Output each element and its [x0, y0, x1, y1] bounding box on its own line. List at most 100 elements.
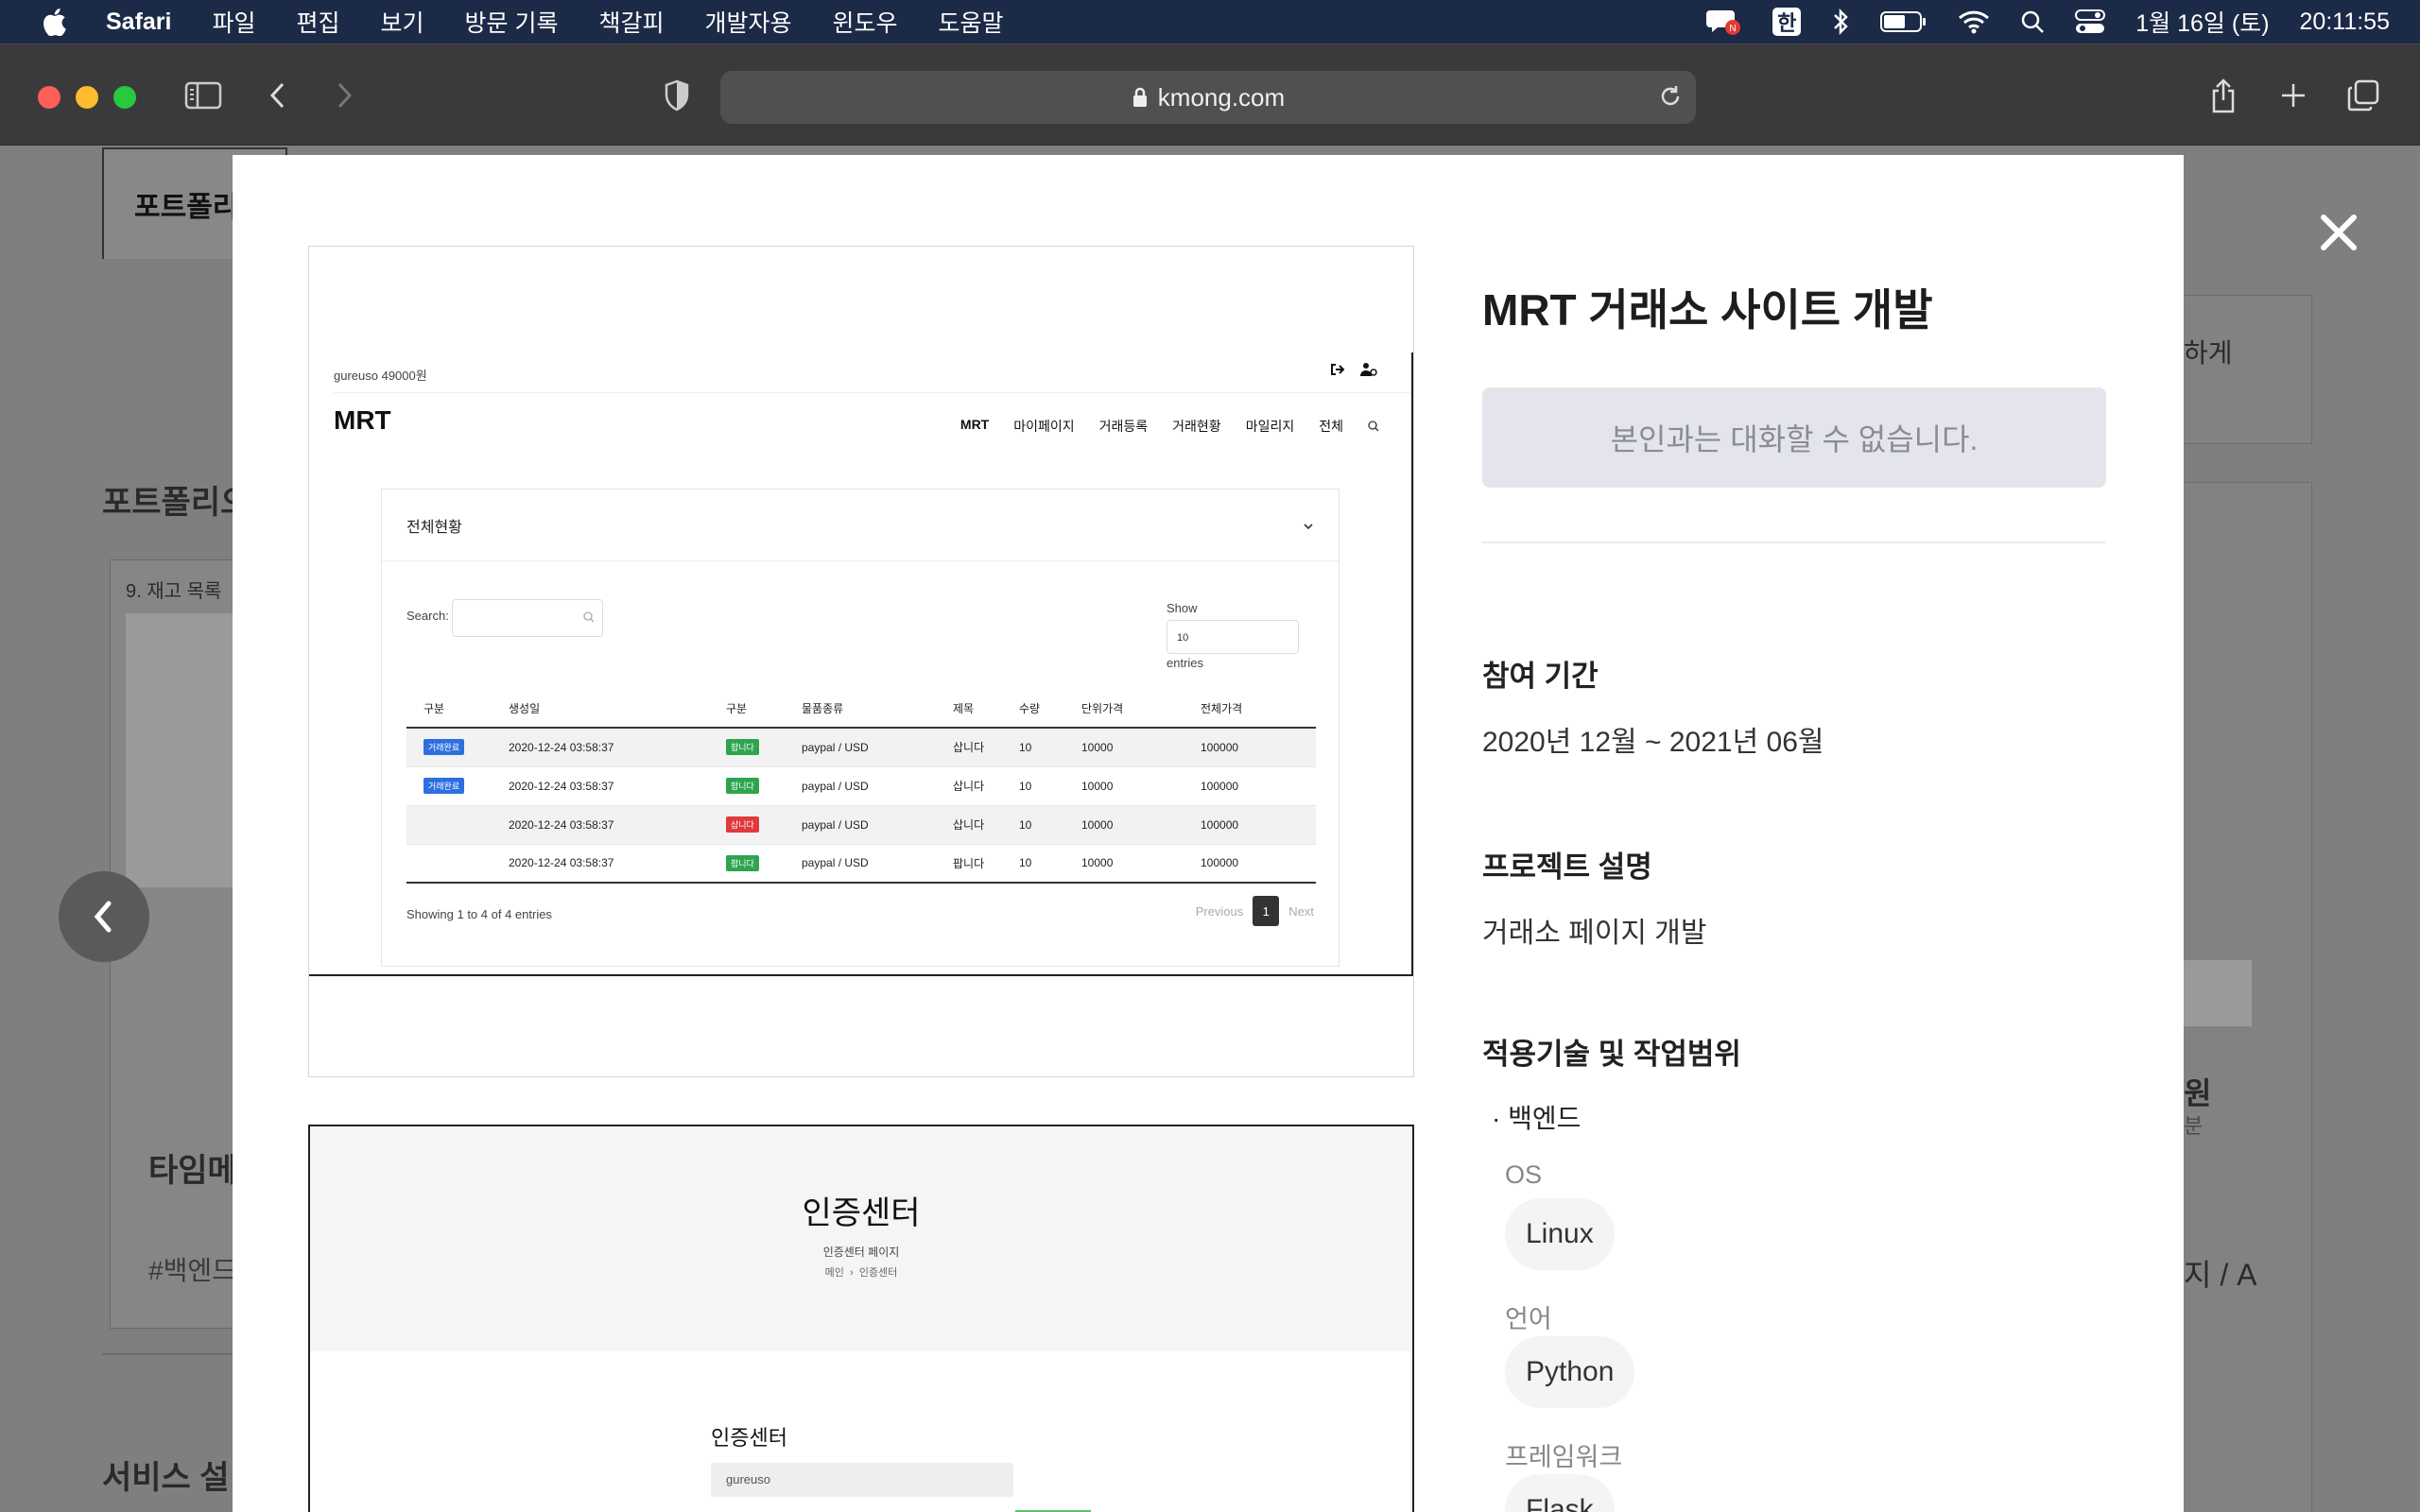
portfolio-info: MRT 거래소 사이트 개발 본인과는 대화할 수 없습니다. 참여 기간 20…: [1482, 155, 2108, 1512]
cell-total-price: 100000: [1184, 805, 1316, 845]
cell-title: 삽니다: [936, 766, 1002, 806]
menu-file[interactable]: 파일: [212, 5, 255, 39]
col-header: 생성일: [492, 690, 709, 729]
user-settings-icon: [1360, 362, 1377, 382]
macos-menubar: Safari 파일 편집 보기 방문 기록 책갈피 개발자용 윈도우 도움말 N…: [0, 0, 2420, 43]
mini-nav-item: 마일리지: [1245, 419, 1295, 434]
mini-nav-item: 마이페이지: [1013, 419, 1075, 434]
status-badge: 거래완료: [424, 778, 465, 794]
cell-qty: 10: [1002, 805, 1064, 845]
menu-develop[interactable]: 개발자용: [705, 5, 792, 39]
mini-nav-item: 거래현황: [1172, 419, 1221, 434]
previous-item-button[interactable]: [59, 871, 149, 962]
portfolio-image-2: 인증센터 인증센터 페이지 메인 › 인증센터 인증센터 gureuso: [308, 1125, 1414, 1512]
cell-total-price: 100000: [1184, 728, 1316, 767]
bg-bottom-title: 서비스 설: [102, 1460, 230, 1496]
apple-menu-icon[interactable]: [40, 8, 68, 36]
bg-card-caption: 9. 재고 목록: [126, 581, 222, 602]
chevron-left-icon: [90, 898, 118, 936]
type-badge: 삽니다: [726, 816, 759, 833]
mini-pagination: Previous 1 Next: [1196, 896, 1314, 926]
breadcrumb-home: 메인: [824, 1267, 844, 1279]
menu-window[interactable]: 윈도우: [833, 5, 898, 39]
portfolio-image-1: gureuso 49000원 MRT MRT 마이페이지 거래등록 거래현황 마…: [308, 246, 1414, 1077]
cell-item: paypal / USD: [785, 728, 936, 767]
tech-group-label: 프레임워크: [1505, 1443, 1623, 1471]
breadcrumb-separator-icon: ›: [846, 1267, 856, 1279]
tech-heading: 적용기술 및 작업범위: [1482, 1038, 1741, 1071]
auth-breadcrumb: 메인 › 인증센터: [310, 1264, 1412, 1280]
mini-table-header: 구분 생성일 구분 물품종류 제목 수량 단위가격 전체가격: [406, 690, 1316, 729]
cell-date: 2020-12-24 03:58:37: [492, 805, 709, 845]
spotlight-search-icon[interactable]: [2020, 0, 2045, 43]
menu-bookmarks[interactable]: 책갈피: [598, 5, 664, 39]
mini-nav-item: MRT: [959, 417, 990, 432]
portfolio-modal: gureuso 49000원 MRT MRT 마이페이지 거래등록 거래현황 마…: [233, 155, 2184, 1512]
bg-section-title: 포트폴리오: [102, 485, 251, 521]
type-badge: 팝니다: [726, 739, 759, 756]
sidebar-toggle-icon[interactable]: [183, 80, 223, 111]
bg-right-button: [2174, 960, 2252, 1026]
menu-help[interactable]: 도움말: [939, 5, 1004, 39]
mini-status-panel: 전체현황 Search: Show 10 entries 구분 생성일 구분 물…: [381, 489, 1340, 967]
close-icon: [2318, 212, 2360, 253]
window-zoom-button[interactable]: [113, 86, 136, 109]
mini-search-icon: [1368, 417, 1379, 436]
mini-panel-title: 전체현황: [406, 519, 462, 536]
cell-date: 2020-12-24 03:58:37: [492, 766, 709, 806]
privacy-shield-icon[interactable]: [662, 78, 692, 112]
menu-history[interactable]: 방문 기록: [465, 5, 559, 39]
cell-date: 2020-12-24 03:58:37: [492, 844, 709, 884]
url-text: kmong.com: [1157, 82, 1286, 112]
menubar-time[interactable]: 20:11:55: [2300, 9, 2390, 36]
col-header: 물품종류: [785, 690, 936, 729]
cell-title: 팝니다: [936, 844, 1002, 884]
logout-icon: [1330, 362, 1345, 382]
cell-unit-price: 10000: [1064, 728, 1184, 767]
col-header: 수량: [1002, 690, 1064, 729]
mini-top-icons: [1330, 362, 1377, 382]
bg-card-thumbnail: [126, 613, 243, 887]
battery-icon[interactable]: [1880, 0, 1927, 43]
menu-view[interactable]: 보기: [381, 5, 424, 39]
new-tab-icon[interactable]: [2278, 80, 2308, 111]
tech-chip: Flask: [1505, 1474, 1615, 1512]
mini-show-label: Show: [1167, 601, 1198, 615]
menu-edit[interactable]: 편집: [297, 5, 340, 39]
window-close-button[interactable]: [38, 86, 60, 109]
reload-icon[interactable]: [1658, 84, 1683, 109]
share-icon[interactable]: [2208, 77, 2238, 114]
period-heading: 참여 기간: [1482, 660, 1599, 693]
mini-entries-label: entries: [1167, 656, 1204, 670]
cell-item: paypal / USD: [785, 844, 936, 884]
status-badge: 거래완료: [424, 739, 465, 756]
input-method-indicator[interactable]: 한: [1772, 8, 1802, 36]
menubar-date[interactable]: 1월 16일 (토): [2135, 5, 2269, 39]
mini-pager-prev: Previous: [1195, 903, 1244, 919]
back-icon[interactable]: [267, 80, 289, 111]
wifi-icon[interactable]: [1958, 0, 1990, 43]
mini-show-select: 10: [1167, 620, 1299, 654]
tech-chip: Linux: [1505, 1198, 1615, 1270]
address-bar[interactable]: kmong.com: [720, 71, 1696, 124]
mini-divider: [334, 392, 1411, 393]
mrt-page-preview: gureuso 49000원 MRT MRT 마이페이지 거래등록 거래현황 마…: [309, 352, 1413, 976]
bg-right-text-2: 원: [2184, 1076, 2212, 1110]
table-row: 2020-12-24 03:58:37 삽니다 paypal / USD 삽니다…: [406, 805, 1316, 845]
chat-notification-icon[interactable]: N: [1704, 0, 1742, 43]
tech-chip: Python: [1505, 1336, 1635, 1408]
type-badge: 팝니다: [726, 778, 759, 794]
menu-app-name[interactable]: Safari: [106, 9, 171, 36]
table-row: 거래완료 2020-12-24 03:58:37 팝니다 paypal / US…: [406, 766, 1316, 806]
cell-status-empty: [406, 805, 492, 845]
tab-overview-icon[interactable]: [2346, 78, 2380, 112]
window-minimize-button[interactable]: [76, 86, 98, 109]
cell-qty: 10: [1002, 728, 1064, 767]
forward-icon[interactable]: [333, 80, 355, 111]
control-center-icon[interactable]: [2075, 0, 2106, 43]
auth-input-preview: gureuso: [711, 1463, 1013, 1497]
cell-status-empty: [406, 844, 492, 884]
modal-close-button[interactable]: [2312, 206, 2365, 259]
mini-search-label: Search:: [406, 609, 449, 623]
bluetooth-icon[interactable]: [1831, 0, 1850, 43]
